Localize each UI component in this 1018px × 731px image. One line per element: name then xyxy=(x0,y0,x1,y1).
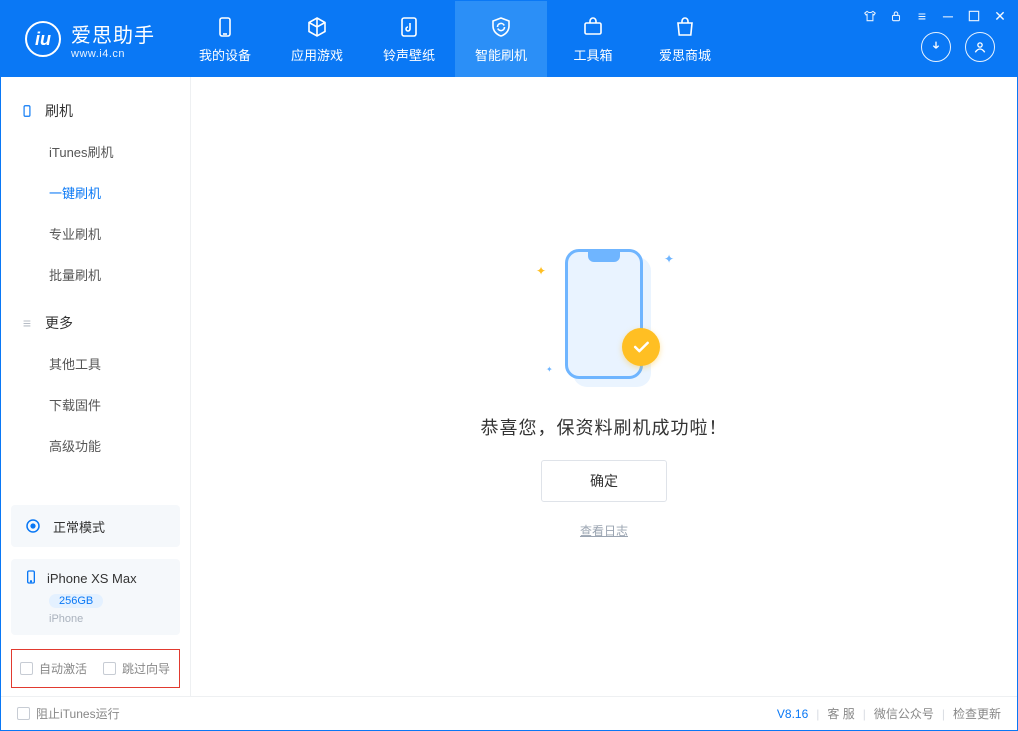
refresh-shield-icon xyxy=(489,15,513,39)
mode-label: 正常模式 xyxy=(53,517,105,536)
menu-icon[interactable]: ≡ xyxy=(915,9,929,23)
titlebar: iu 爱思助手 www.i4.cn 我的设备 应用游戏 铃声壁纸 智能刷机 xyxy=(1,1,1017,77)
phone-small-icon xyxy=(19,103,35,119)
sparkle-icon: ✦ xyxy=(546,365,553,374)
brand-name: 爱思助手 xyxy=(71,19,155,48)
music-file-icon xyxy=(397,15,421,39)
tab-smart-flash[interactable]: 智能刷机 xyxy=(455,1,547,77)
checkbox-icon xyxy=(103,662,116,675)
view-log-link[interactable]: 查看日志 xyxy=(580,522,628,539)
bag-icon xyxy=(673,15,697,39)
download-icon xyxy=(928,39,944,55)
sidebar-item-itunes-flash[interactable]: iTunes刷机 xyxy=(1,131,190,172)
logo-icon: iu xyxy=(25,21,61,57)
ok-button[interactable]: 确定 xyxy=(541,460,667,502)
checkbox-skip-guide[interactable]: 跳过向导 xyxy=(103,660,170,677)
check-badge-icon xyxy=(622,328,660,366)
brand: iu 爱思助手 www.i4.cn xyxy=(1,1,173,77)
main-content: ✦ ✦ ✦ 恭喜您，保资料刷机成功啦！ 确定 查看日志 xyxy=(191,77,1017,696)
separator: | xyxy=(816,707,819,721)
mode-card[interactable]: 正常模式 xyxy=(11,505,180,547)
checkbox-label: 阻止iTunes运行 xyxy=(36,705,120,722)
sidebar-item-batch-flash[interactable]: 批量刷机 xyxy=(1,254,190,295)
tab-my-device[interactable]: 我的设备 xyxy=(179,1,271,77)
sidebar: 刷机 iTunes刷机 一键刷机 专业刷机 批量刷机 ≡ 更多 其他工具 下载固… xyxy=(1,77,191,696)
device-type: iPhone xyxy=(49,613,168,625)
tab-label: 爱思商城 xyxy=(659,45,711,64)
list-icon: ≡ xyxy=(19,315,35,331)
sidebar-item-advanced[interactable]: 高级功能 xyxy=(1,425,190,466)
tab-ringtones-wallpapers[interactable]: 铃声壁纸 xyxy=(363,1,455,77)
sidebar-item-download-firmware[interactable]: 下载固件 xyxy=(1,384,190,425)
brand-url: www.i4.cn xyxy=(71,48,155,60)
section-title: 更多 xyxy=(45,313,73,333)
body: 刷机 iTunes刷机 一键刷机 专业刷机 批量刷机 ≡ 更多 其他工具 下载固… xyxy=(1,77,1017,696)
separator: | xyxy=(942,707,945,721)
lock-icon[interactable] xyxy=(889,9,903,23)
separator: | xyxy=(863,707,866,721)
sidebar-item-other-tools[interactable]: 其他工具 xyxy=(1,343,190,384)
device-name: iPhone XS Max xyxy=(47,571,137,586)
download-button[interactable] xyxy=(921,32,951,62)
tab-label: 铃声壁纸 xyxy=(383,45,435,64)
sparkle-icon: ✦ xyxy=(536,264,546,278)
device-capacity: 256GB xyxy=(49,594,103,608)
wechat-link[interactable]: 微信公众号 xyxy=(874,705,934,722)
checkbox-label: 跳过向导 xyxy=(122,660,170,677)
tab-label: 我的设备 xyxy=(199,45,251,64)
sidebar-item-pro-flash[interactable]: 专业刷机 xyxy=(1,213,190,254)
cube-icon xyxy=(305,15,329,39)
maximize-button[interactable] xyxy=(967,9,981,23)
toolbox-icon xyxy=(581,15,605,39)
tab-toolbox[interactable]: 工具箱 xyxy=(547,1,639,77)
tab-apps-games[interactable]: 应用游戏 xyxy=(271,1,363,77)
minimize-button[interactable]: ─ xyxy=(941,9,955,23)
checkbox-label: 自动激活 xyxy=(39,660,87,677)
checkbox-icon xyxy=(17,707,30,720)
support-link[interactable]: 客 服 xyxy=(827,705,854,722)
tab-store[interactable]: 爱思商城 xyxy=(639,1,731,77)
sidebar-item-oneclick-flash[interactable]: 一键刷机 xyxy=(1,172,190,213)
device-icon xyxy=(213,15,237,39)
section-title: 刷机 xyxy=(45,101,73,121)
account-button[interactable] xyxy=(965,32,995,62)
statusbar: 阻止iTunes运行 V8.16 | 客 服 | 微信公众号 | 检查更新 xyxy=(1,696,1017,730)
checkbox-icon xyxy=(20,662,33,675)
close-button[interactable]: ✕ xyxy=(993,9,1007,23)
tab-label: 工具箱 xyxy=(573,45,612,64)
window-controls: ≡ ─ ✕ xyxy=(863,9,1007,23)
mode-icon xyxy=(23,516,43,536)
tab-label: 应用游戏 xyxy=(291,45,343,64)
sparkle-icon: ✦ xyxy=(664,252,674,266)
update-link[interactable]: 检查更新 xyxy=(953,705,1001,722)
sidebar-section-flash: 刷机 xyxy=(1,91,190,131)
app-window: iu 爱思助手 www.i4.cn 我的设备 应用游戏 铃声壁纸 智能刷机 xyxy=(0,0,1018,731)
version-label: V8.16 xyxy=(777,707,808,721)
checkbox-auto-activate[interactable]: 自动激活 xyxy=(20,660,87,677)
device-card[interactable]: iPhone XS Max 256GB iPhone xyxy=(11,559,180,635)
options-highlight-box: 自动激活 跳过向导 xyxy=(11,649,180,688)
device-phone-icon xyxy=(23,569,39,588)
success-illustration: ✦ ✦ ✦ xyxy=(524,234,684,394)
user-icon xyxy=(972,39,988,55)
shirt-icon[interactable] xyxy=(863,9,877,23)
success-message: 恭喜您，保资料刷机成功啦！ xyxy=(481,414,728,440)
checkbox-block-itunes[interactable]: 阻止iTunes运行 xyxy=(17,705,120,722)
sidebar-section-more: ≡ 更多 xyxy=(1,303,190,343)
nav-tabs: 我的设备 应用游戏 铃声壁纸 智能刷机 工具箱 爱思商城 xyxy=(179,1,731,77)
tab-label: 智能刷机 xyxy=(475,45,527,64)
